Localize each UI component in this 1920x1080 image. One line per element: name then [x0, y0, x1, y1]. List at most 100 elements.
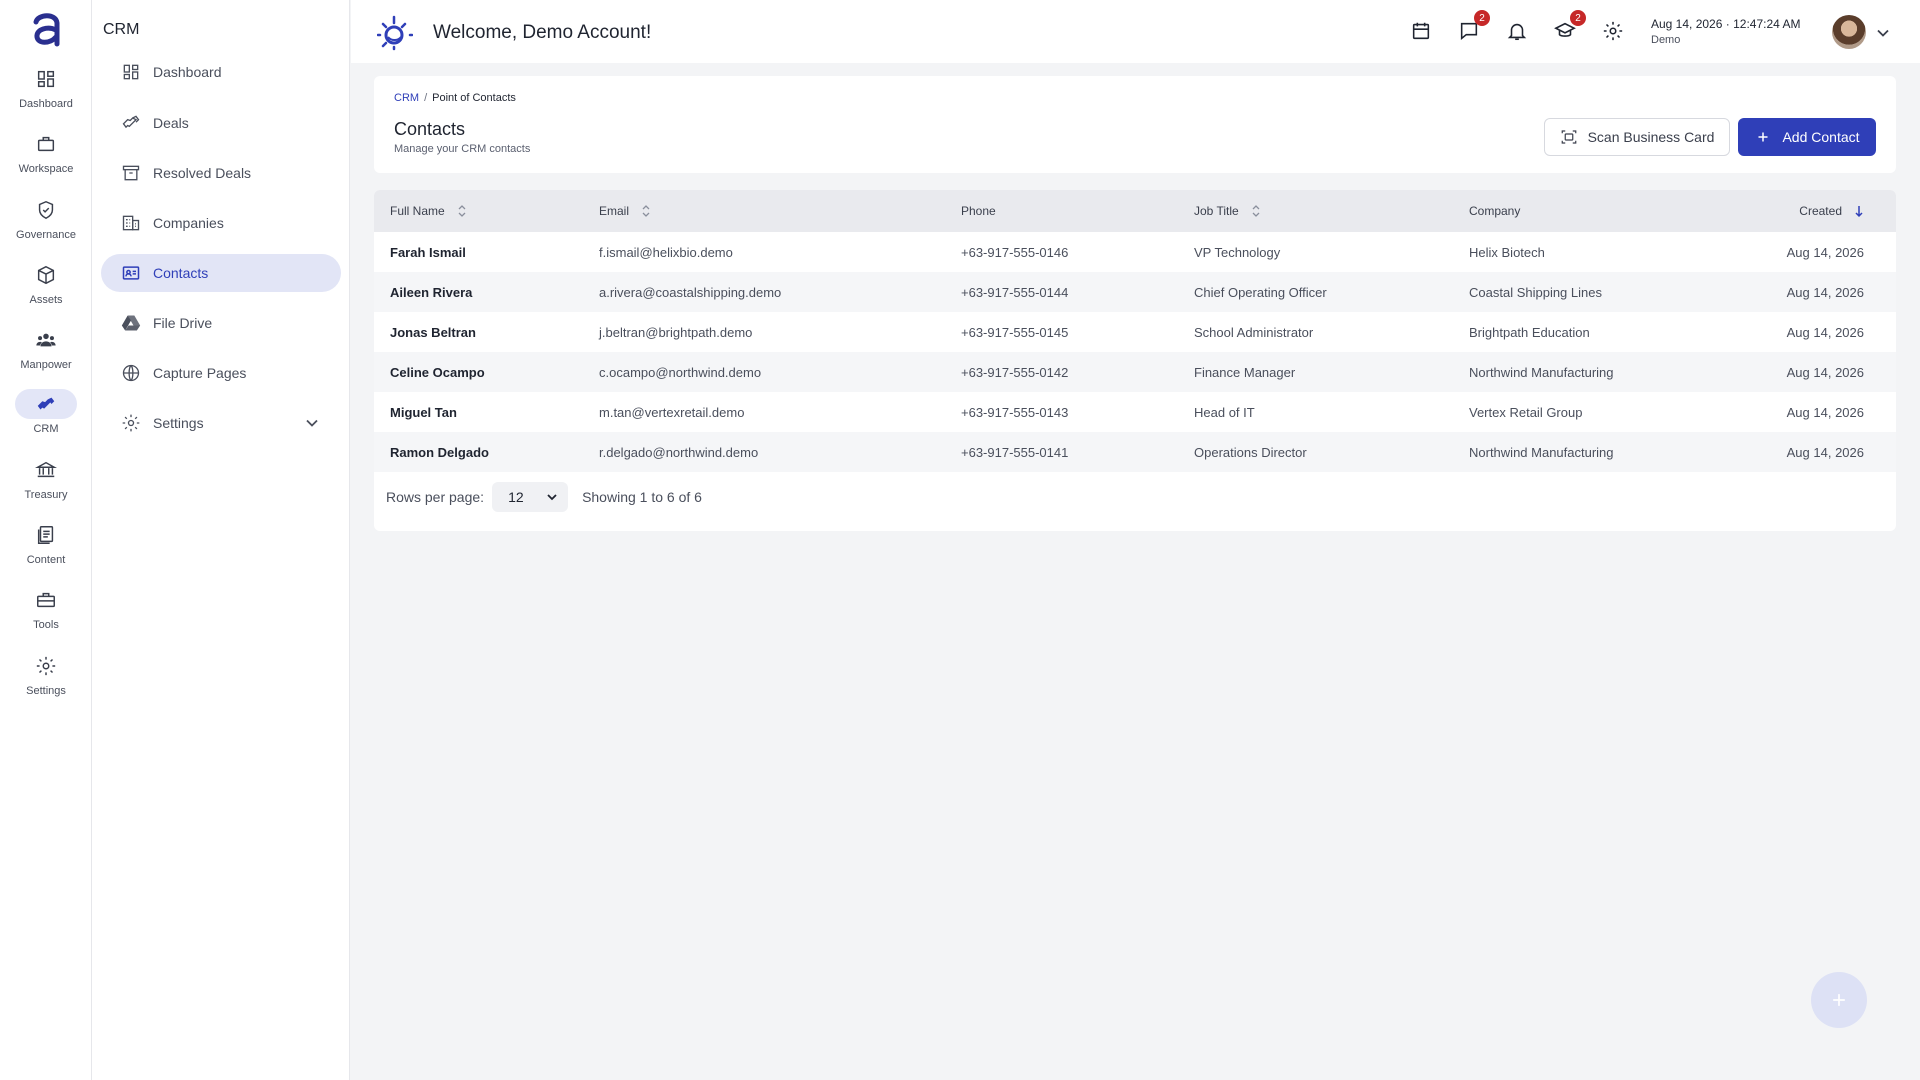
brand-logo-icon — [377, 15, 413, 51]
datetime-display: Aug 14, 2026 · 12:47:24 AM — [1651, 17, 1800, 31]
dashboard-icon — [37, 70, 55, 88]
contacts-table: Full Name Email Phone Job Title Company … — [374, 190, 1896, 472]
column-header-job-title[interactable]: Job Title — [1178, 190, 1453, 232]
rail-item-tools[interactable]: Tools — [0, 585, 92, 645]
chevron-down-icon[interactable] — [305, 416, 319, 430]
table-row[interactable]: Celine Ocampo c.ocampo@northwind.demo +6… — [374, 352, 1896, 392]
sidebar-item-capture-pages[interactable]: Capture Pages — [101, 354, 341, 392]
cell-full-name: Celine Ocampo — [390, 364, 485, 380]
scan-icon — [1561, 130, 1576, 144]
cell-created: Aug 14, 2026 — [1786, 364, 1864, 380]
dashboard-icon — [123, 64, 139, 80]
rows-per-page-select[interactable]: 12 — [492, 482, 569, 512]
cell-phone: +63-917-555-0144 — [961, 284, 1069, 300]
notifications-button[interactable] — [1506, 20, 1530, 44]
sidebar-item-label: File Drive — [153, 315, 213, 331]
rail-label: Settings — [26, 685, 66, 697]
sidebar-item-file-drive[interactable]: File Drive — [101, 304, 341, 342]
rail-item-crm[interactable]: CRM — [0, 389, 92, 449]
floating-add-button[interactable] — [1811, 972, 1867, 1028]
sidebar-title: CRM — [103, 21, 140, 38]
toolbox-icon — [37, 592, 55, 608]
app-logo-icon[interactable] — [28, 10, 64, 48]
sort-icon[interactable] — [457, 204, 467, 218]
cell-email: j.beltran@brightpath.demo — [599, 324, 753, 340]
date-separator: · — [1725, 17, 1730, 31]
rail-item-dashboard[interactable]: Dashboard — [0, 64, 92, 124]
table-row[interactable]: Farah Ismail f.ismail@helixbio.demo +63-… — [374, 232, 1896, 272]
table-row[interactable]: Ramon Delgado r.delgado@northwind.demo +… — [374, 432, 1896, 472]
cell-company: Northwind Manufacturing — [1469, 364, 1614, 380]
breadcrumb-current: Point of Contacts — [432, 92, 516, 104]
sidebar-item-label: Resolved Deals — [153, 165, 252, 181]
scan-button-label: Scan Business Card — [1587, 129, 1715, 145]
rail-item-workspace[interactable]: Workspace — [0, 129, 92, 189]
user-name: Demo — [1651, 34, 1681, 46]
sidebar-item-resolved-deals[interactable]: Resolved Deals — [101, 154, 341, 192]
rail-item-assets[interactable]: Assets — [0, 260, 92, 320]
cell-company: Coastal Shipping Lines — [1469, 284, 1602, 300]
rail-item-treasury[interactable]: Treasury — [0, 455, 92, 515]
rail-item-settings[interactable]: Settings — [0, 651, 92, 711]
breadcrumb-crm[interactable]: CRM — [394, 92, 419, 104]
table-row[interactable]: Miguel Tan m.tan@vertexretail.demo +63-9… — [374, 392, 1896, 432]
cell-full-name: Miguel Tan — [390, 404, 457, 420]
learning-button[interactable]: 2 — [1554, 10, 1586, 44]
sidebar-item-companies[interactable]: Companies — [101, 204, 341, 242]
cell-created: Aug 14, 2026 — [1786, 244, 1864, 260]
rows-per-page-label: Rows per page: — [386, 489, 485, 505]
cell-phone: +63-917-555-0141 — [961, 444, 1069, 460]
calendar-icon — [1412, 22, 1430, 40]
cell-job-title: School Administrator — [1194, 324, 1314, 340]
page-title: Contacts — [394, 119, 466, 139]
current-date: Aug 14, 2026 — [1651, 17, 1723, 31]
sidebar-item-label: Dashboard — [153, 64, 222, 80]
add-contact-button[interactable]: Add Contact — [1738, 118, 1876, 156]
column-header-email[interactable]: Email — [583, 190, 945, 232]
page-header-card: CRM / Point of Contacts Contacts Manage … — [374, 76, 1896, 173]
chevron-down-icon[interactable] — [1876, 26, 1890, 40]
sidebar-item-deals[interactable]: Deals — [101, 104, 341, 142]
chevron-down-icon — [547, 494, 557, 501]
cell-email: r.delgado@northwind.demo — [599, 444, 759, 460]
settings-button[interactable] — [1602, 20, 1626, 44]
rows-per-page-value: 12 — [508, 489, 524, 505]
breadcrumb-separator: / — [424, 92, 428, 104]
avatar[interactable] — [1832, 15, 1866, 49]
rail-label: Assets — [29, 294, 63, 306]
rail-label: Governance — [16, 229, 76, 241]
messages-button[interactable]: 2 — [1458, 10, 1490, 44]
cell-created: Aug 14, 2026 — [1786, 324, 1864, 340]
learning-badge: 2 — [1570, 10, 1586, 26]
scan-business-card-button[interactable]: Scan Business Card — [1544, 118, 1730, 156]
table-row[interactable]: Aileen Rivera a.rivera@coastalshipping.d… — [374, 272, 1896, 312]
cell-job-title: Head of IT — [1194, 404, 1255, 420]
shield-icon — [38, 200, 54, 220]
sort-icon[interactable] — [1251, 204, 1261, 218]
column-header-created[interactable]: Created — [1731, 190, 1896, 232]
rail-label: Workspace — [18, 163, 74, 175]
building-icon — [122, 215, 140, 231]
cell-job-title: Finance Manager — [1194, 364, 1296, 380]
app-rail: Dashboard Workspace Governance Assets Ma… — [0, 0, 92, 1080]
rail-label: Treasury — [24, 489, 68, 501]
column-header-company: Company — [1469, 204, 1521, 218]
cell-email: f.ismail@helixbio.demo — [599, 244, 733, 260]
sidebar-item-dashboard[interactable]: Dashboard — [101, 53, 341, 91]
rail-item-manpower[interactable]: Manpower — [0, 325, 92, 385]
rail-item-governance[interactable]: Governance — [0, 195, 92, 255]
calendar-button[interactable] — [1410, 20, 1434, 44]
sort-descending-icon[interactable] — [1854, 204, 1864, 218]
cell-phone: +63-917-555-0145 — [961, 324, 1069, 340]
welcome-message: Welcome, Demo Account! — [433, 22, 652, 43]
sidebar-item-contacts[interactable]: Contacts — [101, 254, 341, 292]
sort-icon[interactable] — [641, 204, 651, 218]
rail-item-content[interactable]: Content — [0, 520, 92, 580]
breadcrumb: CRM / Point of Contacts — [394, 92, 516, 104]
sidebar-item-settings[interactable]: Settings — [101, 404, 341, 442]
sidebar-item-label: Contacts — [153, 265, 209, 281]
archive-icon — [122, 165, 140, 181]
table-row[interactable]: Jonas Beltran j.beltran@brightpath.demo … — [374, 312, 1896, 352]
drive-icon — [121, 315, 141, 331]
column-header-full-name[interactable]: Full Name — [374, 190, 583, 232]
